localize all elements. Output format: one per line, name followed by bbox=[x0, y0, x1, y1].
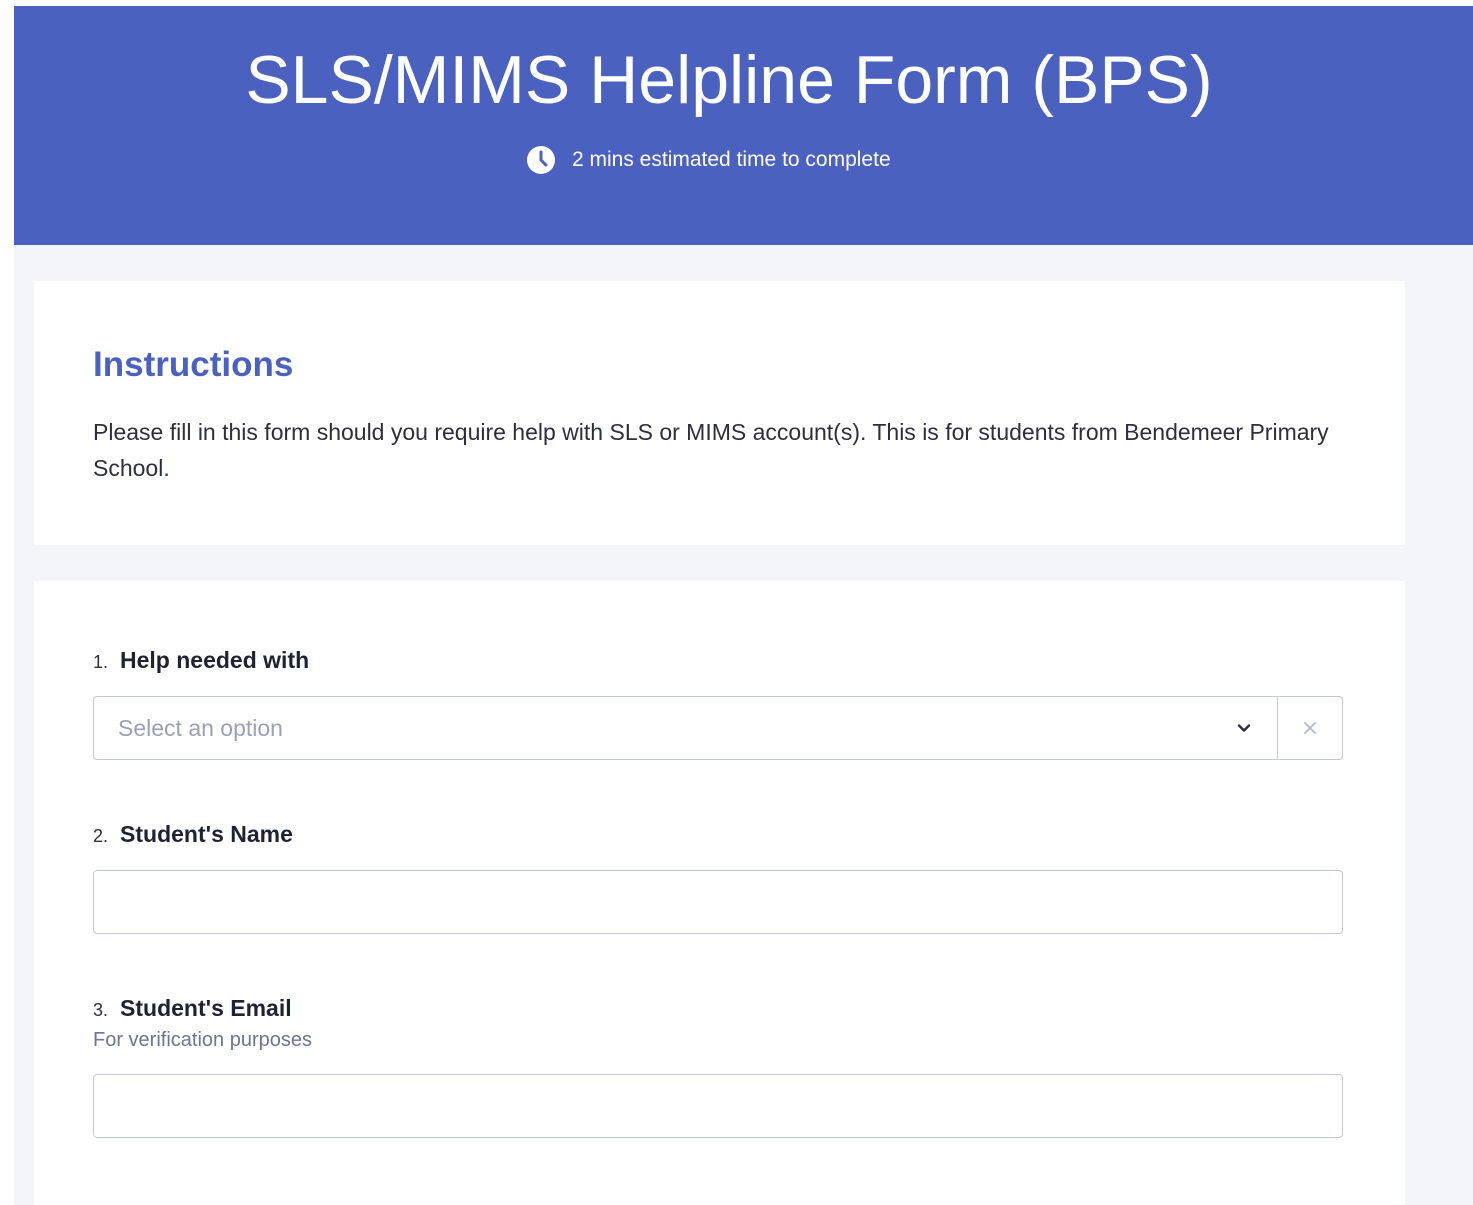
student-email-input[interactable] bbox=[94, 1075, 1342, 1137]
student-name-input[interactable] bbox=[94, 871, 1342, 933]
dropdown-placeholder: Select an option bbox=[118, 714, 283, 741]
student-email-field[interactable] bbox=[93, 1074, 1343, 1138]
form-header: SLS/MIMS Helpline Form (BPS) 2 mins esti… bbox=[14, 6, 1473, 245]
close-icon bbox=[1302, 720, 1318, 736]
estimated-time: 2 mins estimated time to complete bbox=[526, 144, 891, 176]
question-number: 2. bbox=[93, 826, 109, 846]
dropdown-toggle[interactable]: Select an option bbox=[94, 697, 1277, 759]
form-title: SLS/MIMS Helpline Form (BPS) bbox=[245, 42, 1213, 118]
chevron-down-icon[interactable] bbox=[1235, 719, 1253, 737]
question-title: Student's Name bbox=[120, 821, 293, 847]
clear-selection-button[interactable] bbox=[1277, 697, 1342, 759]
student-name-field[interactable] bbox=[93, 870, 1343, 934]
question-title: Student's Email bbox=[120, 995, 292, 1021]
question-number: 1. bbox=[93, 652, 109, 672]
question-3-description: For verification purposes bbox=[93, 1029, 312, 1051]
estimated-time-text: 2 mins estimated time to complete bbox=[572, 148, 891, 171]
question-number: 3. bbox=[93, 1000, 109, 1020]
form-card: 1. Help needed with Select an option 2. … bbox=[34, 581, 1405, 1205]
instructions-body: Please fill in this form should you requ… bbox=[93, 419, 1329, 481]
instructions-card: Instructions Please fill in this form sh… bbox=[34, 281, 1405, 545]
instructions-title: Instructions bbox=[93, 345, 294, 384]
clock-icon bbox=[526, 145, 556, 175]
question-1-label: 1. Help needed with bbox=[93, 647, 309, 674]
help-needed-dropdown[interactable]: Select an option bbox=[93, 696, 1343, 760]
question-title: Help needed with bbox=[120, 647, 310, 673]
question-2-label: 2. Student's Name bbox=[93, 821, 293, 848]
question-3-label: 3. Student's Email bbox=[93, 995, 292, 1022]
